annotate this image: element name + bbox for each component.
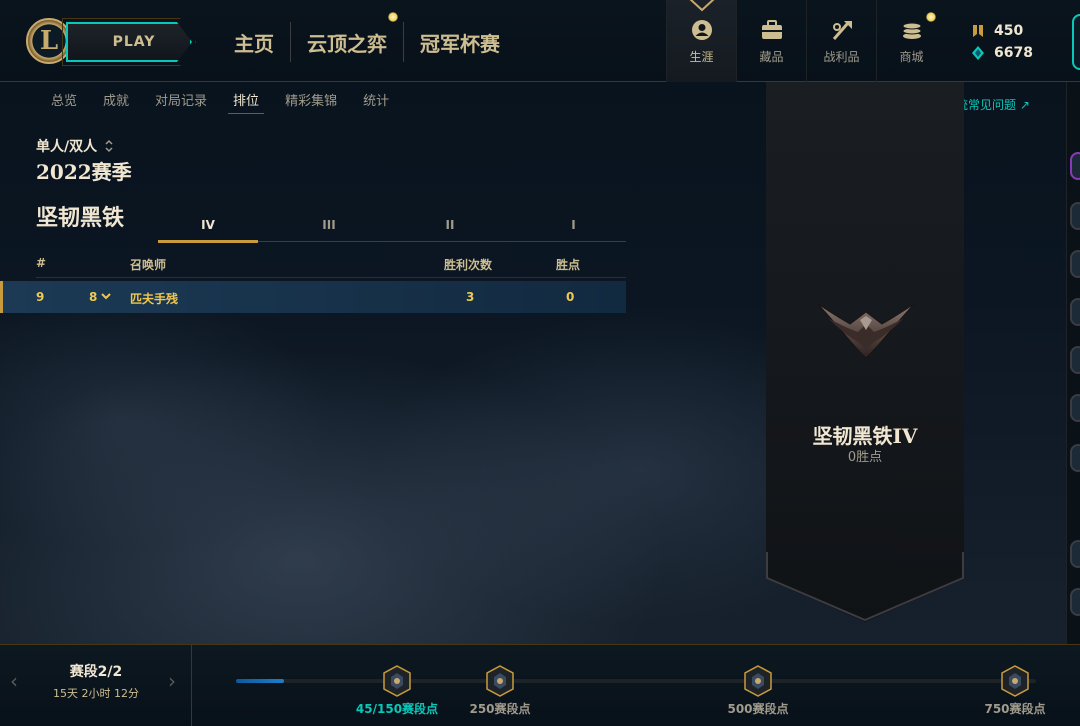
right-tabs: 生涯 藏品 战利品 商城 [666,0,946,82]
progress-track [236,679,1036,683]
subtab-stats[interactable]: 统计 [350,90,402,112]
banner-tier-title: 坚韧黑铁IV [812,424,918,448]
currency-display[interactable]: 450 6678 [970,20,1033,64]
row-rank: 9 [36,290,45,304]
friend-avatar[interactable] [1070,588,1080,616]
friend-avatar[interactable] [1070,152,1080,180]
sort-arrows-icon [105,139,113,153]
riot-points-value: 450 [994,23,1024,39]
banner-lp: 0胜点 [847,450,883,465]
ladder-table-header: # 召唤师 胜利次数 胜点 [36,256,626,278]
notification-dot-icon [388,12,398,22]
friend-avatar[interactable] [1070,202,1080,230]
tier-heading: 坚韧黑铁 [36,205,125,231]
friend-avatar[interactable] [1070,394,1080,422]
blue-essence-value: 6678 [994,45,1033,61]
friend-avatar[interactable] [1070,540,1080,568]
collection-icon [760,18,784,42]
subtab-highlights[interactable]: 精彩集锦 [272,90,350,112]
stage-title: 赛段2/2 [69,664,123,680]
profile-icon [690,18,714,42]
season-progress-bar: ‹ 赛段2/2 15天 2小时 12分 › 45/150赛段点 250赛段点 500… [0,644,1080,726]
tab-profile[interactable]: 生涯 [666,0,736,82]
tab-store[interactable]: 商城 [876,0,946,82]
play-button[interactable]: PLAY [66,22,192,62]
queue-selector[interactable]: 单人/双人 [36,136,113,156]
friend-avatar[interactable] [1070,250,1080,278]
nav-clash[interactable]: 冠军杯赛 [404,22,516,62]
profile-avatar[interactable] [1072,14,1080,70]
tab-collection[interactable]: 藏品 [736,0,806,82]
active-chevron-icon [689,0,715,12]
milestone-reward-icon[interactable] [744,665,772,697]
stage-time-left: 15天 2小时 12分 [53,687,139,700]
season-label: 2022赛季 [36,160,132,184]
store-notification-dot-icon [926,12,936,22]
col-wins: 胜利次数 [444,258,493,272]
blue-essence-icon [972,46,984,60]
loot-icon [830,18,854,42]
milestone-label: 500赛段点 [727,702,789,716]
top-navigation-bar: L PLAY 主页 云顶之弈 冠军杯赛 生涯 藏品 战利品 商城 450 667… [0,0,1080,82]
nav-tft[interactable]: 云顶之弈 [291,22,404,62]
progress-fill [236,679,284,683]
client-window: { "header": { "logo_letter": "L", "play_… [0,0,1080,726]
rank-banner: 坚韧黑铁IV 0胜点 [766,82,964,622]
store-icon [900,18,924,42]
iron-emblem-icon [817,303,915,359]
division-tab-i[interactable]: I [521,212,626,241]
milestone-label: 45/150赛段点 [355,702,439,716]
milestone-reward-icon[interactable] [383,665,411,697]
division-tabs: IV III II I [158,212,626,243]
subtab-overview[interactable]: 总览 [38,90,90,112]
stage-panel: ‹ 赛段2/2 15天 2小时 12分 › [0,645,192,726]
division-tab-iii[interactable]: III [279,212,379,241]
friend-avatar[interactable] [1070,298,1080,326]
next-stage-icon[interactable]: › [168,669,176,693]
table-row[interactable]: 9 8 匹夫手残 3 0 [0,281,626,313]
milestone-reward-icon[interactable] [486,665,514,697]
row-summoner-name: 匹夫手残 [130,292,179,306]
milestone-label: 750赛段点 [984,702,1046,716]
friend-avatar[interactable] [1070,346,1080,374]
division-tab-iv[interactable]: IV [158,212,258,243]
division-tab-ii[interactable]: II [400,212,500,241]
banner-trim [766,552,964,622]
subtab-match-history[interactable]: 对局记录 [142,90,220,112]
main-nav: 主页 云顶之弈 冠军杯赛 [218,22,516,62]
col-lp: 胜点 [556,258,581,272]
chevron-down-icon [101,293,111,300]
milestone-reward-icon[interactable] [1001,665,1029,697]
subtab-achievements[interactable]: 成就 [90,90,142,112]
profile-subnav: 总览 成就 对局记录 排位 精彩集锦 统计 [38,90,402,114]
col-summoner: 召唤师 [130,258,167,272]
row-wins: 3 [466,290,475,304]
riot-points-icon [973,25,983,37]
nav-home[interactable]: 主页 [218,22,291,62]
row-rank-change: 8 [89,290,98,304]
friend-avatar[interactable] [1070,444,1080,472]
milestone-label: 250赛段点 [469,702,531,716]
tab-loot[interactable]: 战利品 [806,0,876,82]
queue-label: 单人/双人 [36,139,98,155]
col-rank: # [36,256,47,270]
subtab-ranked[interactable]: 排位 [220,90,272,114]
row-lp: 0 [566,290,575,304]
